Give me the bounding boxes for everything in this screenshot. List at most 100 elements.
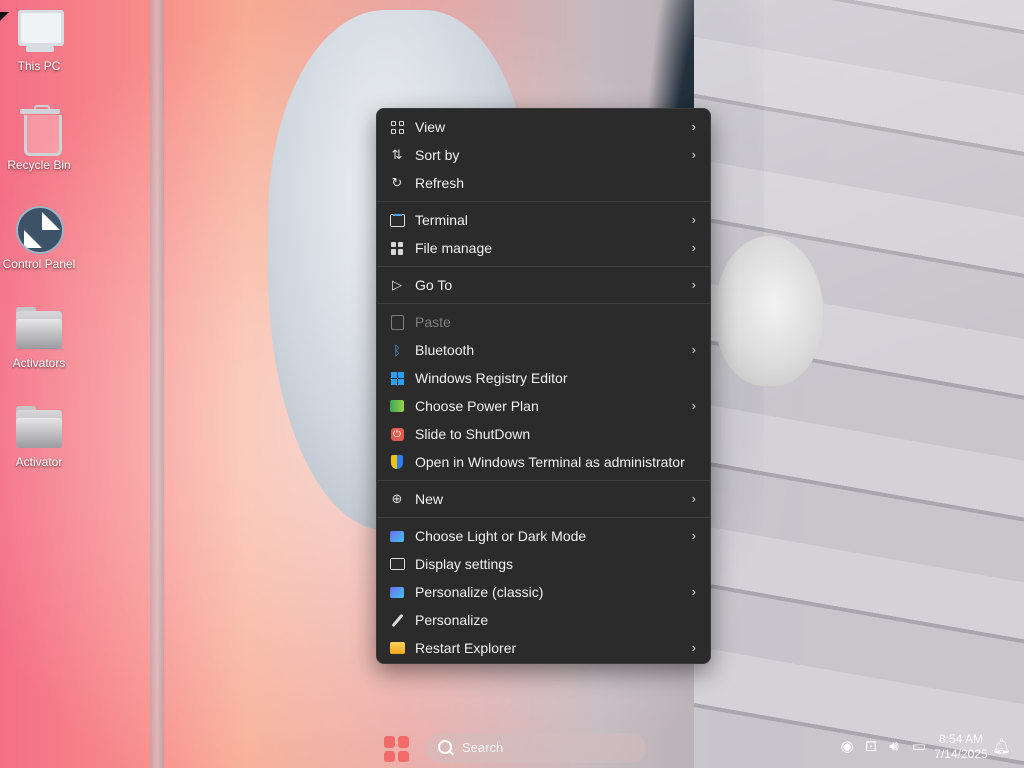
chevron-right-icon: › — [691, 528, 696, 543]
sort-icon: ⇅ — [391, 147, 403, 162]
wallpaper-stone-wall — [694, 0, 1024, 768]
desktop-icon-label: Recycle Bin — [7, 158, 71, 172]
menu-item-label: Paste — [415, 314, 451, 330]
refresh-icon: ↻ — [391, 175, 403, 190]
theme-monitor-icon — [389, 528, 405, 544]
chevron-right-icon: › — [691, 147, 696, 162]
menu-item-go-to[interactable]: ▷ Go To › — [377, 271, 710, 299]
chevron-right-icon: › — [691, 212, 696, 227]
desktop-icon-label: Activators — [12, 356, 66, 370]
desktop-icon-activators[interactable]: Activators — [0, 303, 78, 370]
menu-item-paste: Paste — [377, 308, 710, 336]
wallpaper-pole — [150, 0, 164, 768]
menu-item-label: Choose Power Plan — [415, 398, 539, 414]
menu-item-label: Windows Registry Editor — [415, 370, 568, 386]
menu-item-personalize[interactable]: Personalize — [377, 606, 710, 634]
file-manage-icon — [389, 240, 405, 256]
menu-item-label: File manage — [415, 240, 493, 256]
menu-item-label: Personalize (classic) — [415, 584, 544, 600]
folder-icon — [14, 303, 64, 353]
cursor-arrow-icon: ▷ — [392, 277, 402, 292]
menu-item-personalize-classic[interactable]: Personalize (classic) › — [377, 578, 710, 606]
chevron-right-icon: › — [691, 398, 696, 413]
menu-item-label: Restart Explorer — [415, 640, 517, 656]
desktop-icon-label: This PC — [17, 59, 61, 73]
chevron-right-icon: › — [691, 640, 696, 655]
menu-item-label: New — [415, 491, 444, 507]
recycle-bin-icon — [14, 105, 64, 156]
power-plan-icon — [389, 398, 405, 414]
desktop-icon-label: Activator — [15, 455, 63, 469]
desktop-icon-this-pc[interactable]: This PC — [0, 6, 78, 73]
admin-shield-icon — [389, 454, 405, 470]
notification-bell-icon[interactable]: 🔔︎ — [992, 738, 1011, 756]
menu-item-label: Personalize — [415, 612, 489, 628]
paste-icon — [389, 314, 405, 330]
menu-item-sort-by[interactable]: ⇅ Sort by › — [377, 141, 710, 169]
display-icon — [389, 556, 405, 572]
brush-icon — [389, 612, 405, 628]
taskbar-search-box[interactable]: Search — [426, 733, 646, 763]
desktop-icon-label: Control Panel — [2, 257, 76, 271]
chevron-right-icon: › — [691, 584, 696, 599]
menu-item-label: Sort by — [415, 147, 460, 163]
menu-item-light-dark-mode[interactable]: Choose Light or Dark Mode › — [377, 522, 710, 550]
menu-item-file-manage[interactable]: File manage › — [377, 234, 710, 262]
desktop-icon-activator[interactable]: Activator — [0, 402, 78, 469]
menu-item-label: Terminal — [415, 212, 468, 228]
desktop-context-menu: View › ⇅ Sort by › ↻ Refresh Terminal › … — [376, 108, 711, 664]
menu-item-bluetooth[interactable]: ᛒ Bluetooth › — [377, 336, 710, 364]
menu-item-label: Open in Windows Terminal as administrato… — [415, 454, 685, 470]
search-icon — [438, 740, 452, 754]
menu-separator — [377, 266, 710, 267]
terminal-icon — [389, 212, 405, 228]
bluetooth-icon: ᛒ — [393, 342, 401, 358]
search-placeholder: Search — [462, 740, 504, 755]
personalize-classic-icon — [389, 584, 405, 600]
menu-item-open-terminal-admin[interactable]: Open in Windows Terminal as administrato… — [377, 448, 710, 476]
taskbar-clock[interactable]: 8:54 AM 7/14/2025 — [930, 732, 992, 762]
view-grid-icon — [389, 119, 405, 135]
start-button[interactable] — [384, 736, 410, 762]
folder-icon — [14, 402, 64, 452]
menu-item-label: Refresh — [415, 175, 465, 191]
desktop-icon-control-panel[interactable]: Control Panel — [0, 204, 78, 271]
registry-icon — [389, 370, 405, 386]
shutdown-icon: ⏻ — [389, 426, 405, 442]
menu-item-view[interactable]: View › — [377, 113, 710, 141]
computer-icon — [14, 6, 64, 56]
menu-separator — [377, 201, 710, 202]
new-plus-icon: ⊕ — [391, 491, 403, 506]
menu-item-display-settings[interactable]: Display settings — [377, 550, 710, 578]
folder-icon — [389, 640, 405, 656]
menu-item-label: Display settings — [415, 556, 514, 572]
network-icon[interactable]: ▭ — [910, 738, 928, 756]
clock-time: 8:54 AM — [938, 732, 984, 746]
chevron-right-icon: › — [691, 491, 696, 506]
menu-separator — [377, 517, 710, 518]
menu-item-label: View — [415, 119, 446, 135]
menu-item-label: Bluetooth — [415, 342, 475, 358]
menu-item-label: Go To — [415, 277, 453, 293]
menu-item-new[interactable]: ⊕ New › — [377, 485, 710, 513]
control-panel-icon — [14, 204, 64, 254]
wallpaper-ear — [715, 236, 823, 386]
menu-item-label: Slide to ShutDown — [415, 426, 531, 442]
menu-item-terminal[interactable]: Terminal › — [377, 206, 710, 234]
clock-date: 7/14/2025 — [934, 747, 988, 761]
menu-item-refresh[interactable]: ↻ Refresh — [377, 169, 710, 197]
desktop-icon-recycle-bin[interactable]: Recycle Bin — [0, 105, 78, 172]
volume-icon[interactable]: 🔊︎ — [885, 738, 903, 756]
menu-separator — [377, 303, 710, 304]
menu-item-slide-to-shutdown[interactable]: ⏻ Slide to ShutDown — [377, 420, 710, 448]
chevron-right-icon: › — [691, 240, 696, 255]
chevron-right-icon: › — [691, 342, 696, 357]
menu-item-registry-editor[interactable]: Windows Registry Editor — [377, 364, 710, 392]
chevron-right-icon: › — [691, 277, 696, 292]
tray-app-icon[interactable]: ⊡ — [862, 738, 880, 756]
menu-item-label: Choose Light or Dark Mode — [415, 528, 587, 544]
menu-item-power-plan[interactable]: Choose Power Plan › — [377, 392, 710, 420]
chrome-icon[interactable]: ◉ — [838, 738, 856, 756]
menu-separator — [377, 480, 710, 481]
menu-item-restart-explorer[interactable]: Restart Explorer › — [377, 634, 710, 662]
